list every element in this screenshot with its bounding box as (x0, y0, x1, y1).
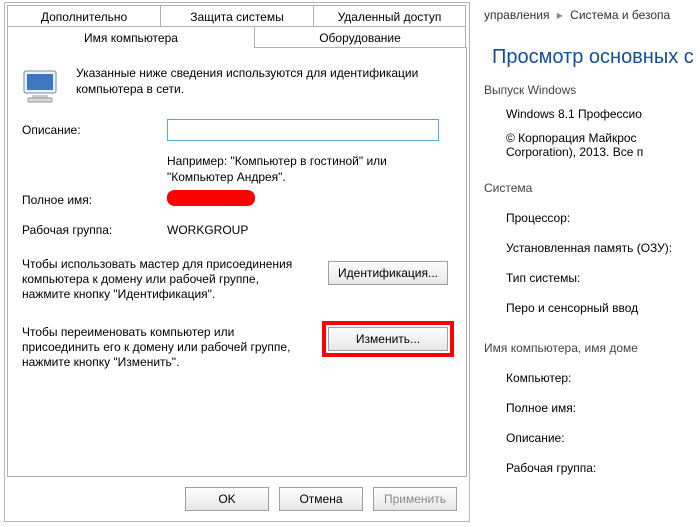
breadcrumb-part-control-panel[interactable]: управления (484, 8, 549, 22)
rename-help-text: Чтобы переименовать компьютер или присое… (22, 325, 302, 370)
label-installed-ram: Установленная память (ОЗУ): (506, 241, 696, 255)
label-description-right: Описание: (506, 431, 700, 445)
label-description: Описание: (22, 123, 81, 137)
breadcrumb-part-system-security[interactable]: Система и безопа (570, 8, 670, 22)
breadcrumb[interactable]: управления ▸ Система и безопа (484, 8, 700, 22)
system-properties-dialog: Дополнительно Защита системы Удаленный д… (4, 2, 470, 522)
intro-text: Указанные ниже сведения используются для… (76, 65, 448, 97)
change-button[interactable]: Изменить... (328, 327, 448, 351)
ok-button[interactable]: OK (185, 487, 269, 511)
dialog-button-bar: OK Отмена Применить (7, 483, 467, 515)
page-title: Просмотр основных с (492, 46, 700, 69)
identify-button[interactable]: Идентификация... (328, 261, 448, 285)
label-pen-touch: Перо и сенсорный ввод (506, 301, 700, 315)
label-workgroup-right: Рабочая группа: (506, 461, 700, 475)
group-computer-name: Имя компьютера, имя доме (484, 341, 700, 355)
full-name-redacted (167, 190, 255, 206)
tab-remote-access[interactable]: Удаленный доступ (313, 5, 466, 27)
label-computer: Компьютер: (506, 371, 700, 385)
tab-panel-computer-name: Указанные ниже сведения используются для… (7, 47, 467, 477)
windows-copyright: © Корпорация Майкрос Corporation), 2013.… (506, 131, 700, 159)
label-processor: Процессор: (506, 211, 700, 225)
label-full-name-right: Полное имя: (506, 401, 700, 415)
label-full-name: Полное имя: (22, 193, 92, 207)
chevron-right-icon: ▸ (557, 8, 563, 22)
wizard-help-text: Чтобы использовать мастер для присоедине… (22, 257, 302, 302)
tab-hardware[interactable]: Оборудование (254, 26, 466, 48)
control-panel-background: управления ▸ Система и безопа Просмотр о… (478, 0, 700, 527)
group-system: Система (484, 181, 700, 195)
apply-button[interactable]: Применить (373, 487, 457, 511)
label-workgroup: Рабочая группа: (22, 223, 112, 237)
label-system-type: Тип системы: (506, 271, 700, 285)
tab-computer-name[interactable]: Имя компьютера (7, 26, 255, 48)
group-windows-edition: Выпуск Windows (484, 83, 700, 97)
computer-icon (22, 67, 66, 107)
workgroup-value: WORKGROUP (167, 223, 248, 237)
tab-additional[interactable]: Дополнительно (7, 5, 161, 27)
windows-edition-value: Windows 8.1 Профессио (506, 107, 700, 121)
fade-edge (670, 0, 700, 527)
description-hint: Например: "Компьютер в гостиной" или "Ко… (167, 153, 448, 185)
description-input[interactable] (167, 119, 439, 141)
tab-system-protection[interactable]: Защита системы (160, 5, 314, 27)
cancel-button[interactable]: Отмена (279, 487, 363, 511)
